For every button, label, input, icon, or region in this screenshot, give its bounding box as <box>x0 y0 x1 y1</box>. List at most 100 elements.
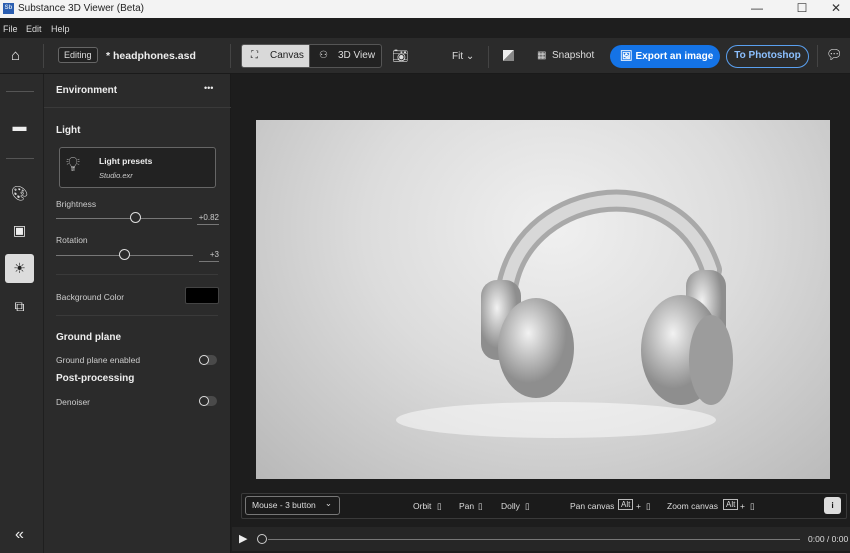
toolbar: ⌂ Editing * headphones.asd <box>0 38 850 74</box>
comment-icon[interactable]: 💬︎ <box>826 47 843 63</box>
icon-rail: ▬ 🎨︎ ▣ ☀ ⧉ « <box>0 74 44 553</box>
info-icon[interactable]: i <box>824 497 841 514</box>
mouse-left-icon: ▯ <box>437 501 442 511</box>
divider <box>6 91 34 92</box>
denoiser-label: Denoiser <box>56 397 91 407</box>
snapshot-label: Snapshot <box>552 50 595 61</box>
plus: + <box>740 501 745 511</box>
divider <box>56 315 218 316</box>
denoiser-toggle[interactable] <box>199 396 217 406</box>
file-name: * headphones.asd <box>106 50 196 62</box>
window-title: Substance 3D Viewer (Beta) <box>18 3 144 14</box>
light-presets-button[interactable]: 💡︎ Light presets Studio.exr <box>59 147 216 188</box>
zoom-canvas-label: Zoom canvas <box>667 501 719 511</box>
divider <box>44 107 231 108</box>
add-asset-icon[interactable]: ⧉ <box>5 292 34 321</box>
pan-canvas-label: Pan canvas <box>570 501 615 511</box>
rotation-label: Rotation <box>56 235 88 245</box>
minimize-button[interactable]: — <box>742 0 772 18</box>
canvas-icon: ⛶ <box>251 50 258 61</box>
divider <box>817 45 818 67</box>
brightness-slider[interactable] <box>56 212 192 224</box>
ground-plane-heading: Ground plane <box>56 332 121 343</box>
frame-icon[interactable] <box>503 50 514 61</box>
navigation-bar: Mouse - 3 button ⌄ Orbit ▯ Pan ▯ Dolly ▯ Pan… <box>241 493 847 519</box>
alt-key: Alt <box>723 499 739 510</box>
plus: + <box>636 501 641 511</box>
mouse-mode-value: Mouse - 3 button <box>252 500 316 510</box>
menu-edit[interactable]: Edit <box>26 24 42 34</box>
menu-help[interactable]: Help <box>51 24 70 34</box>
render-canvas[interactable] <box>256 120 830 479</box>
folder-icon[interactable]: ▬ <box>5 112 34 141</box>
post-processing-heading: Post-processing <box>56 373 135 384</box>
brightness-value[interactable]: +0.82 <box>197 213 219 225</box>
light-presets-title: Light presets <box>99 156 153 166</box>
mouse-mode-dropdown[interactable]: Mouse - 3 button ⌄ <box>245 496 340 515</box>
export-label: Export an image <box>635 51 714 62</box>
to-photoshop-button[interactable]: To Photoshop <box>726 45 809 68</box>
timeline-scrubber[interactable] <box>257 534 267 544</box>
background-color-swatch[interactable] <box>185 287 219 304</box>
mouse-wheel-icon: ▯ <box>750 501 755 511</box>
tab-canvas-label: Canvas <box>270 50 304 61</box>
3d-view-icon: ⚇ <box>319 50 328 61</box>
alt-key: Alt <box>618 499 634 510</box>
lightbulb-icon: 💡︎ <box>66 154 80 176</box>
menu-file[interactable]: File <box>3 24 18 34</box>
fit-label: Fit <box>452 51 464 62</box>
light-heading: Light <box>56 125 81 136</box>
slider-thumb[interactable] <box>118 249 130 260</box>
collapse-icon[interactable]: « <box>5 520 34 549</box>
more-options-icon[interactable]: ••• <box>204 83 213 93</box>
scene-image-icon[interactable]: ▣ <box>5 216 34 245</box>
pan-label: Pan <box>459 501 475 511</box>
tab-3d-view-label: 3D View <box>338 50 376 61</box>
timeline: ▶ 0:00 / 0:00 <box>232 527 850 551</box>
divider <box>230 44 231 68</box>
tab-canvas[interactable]: ⛶ Canvas <box>241 44 310 68</box>
export-image-button[interactable]: 🖼︎ Export an image <box>610 45 720 68</box>
menu-bar: File Edit Help <box>0 18 850 38</box>
slider-thumb[interactable] <box>130 212 142 223</box>
time-readout: 0:00 / 0:00 <box>808 534 849 544</box>
camera-settings-icon[interactable]: 📷︎ <box>392 48 409 64</box>
dolly-label: Dolly <box>501 501 520 511</box>
ground-plane-toggle[interactable] <box>199 355 217 365</box>
chevron-down-icon: ⌄ <box>324 498 332 508</box>
palette-icon[interactable]: 🎨︎ <box>5 179 34 208</box>
tab-3d-view[interactable]: ⚇ 3D View <box>309 44 382 68</box>
headphones-model <box>396 189 733 438</box>
divider <box>56 274 218 275</box>
play-icon[interactable]: ▶ <box>239 532 247 545</box>
divider <box>6 158 34 159</box>
chevron-down-icon: ⌄ <box>465 51 475 62</box>
mouse-wheel-icon: ▯ <box>525 501 530 511</box>
fit-dropdown[interactable]: Fit ⌄ <box>452 51 474 62</box>
environment-light-icon[interactable]: ☀ <box>5 254 34 283</box>
brightness-label: Brightness <box>56 199 97 209</box>
home-icon[interactable]: ⌂ <box>11 47 20 64</box>
timeline-track[interactable] <box>268 539 800 540</box>
snapshot-button[interactable]: ▦ Snapshot <box>537 50 594 61</box>
rotation-value[interactable]: +3 <box>199 250 219 262</box>
ground-plane-enabled-label: Ground plane enabled <box>56 355 141 365</box>
environment-panel: Environment ••• Light 💡︎ Light presets S… <box>44 74 231 553</box>
app-logo: Sb <box>3 3 14 14</box>
mouse-left-icon: ▯ <box>646 501 651 511</box>
background-color-label: Background Color <box>56 292 125 302</box>
image-icon: 🖼︎ <box>620 51 633 62</box>
orbit-label: Orbit <box>413 501 432 511</box>
panel-title: Environment <box>56 85 118 96</box>
editing-badge: Editing <box>58 47 98 63</box>
divider <box>43 44 44 68</box>
rotation-slider[interactable] <box>56 249 193 261</box>
mouse-middle-icon: ▯ <box>478 501 483 511</box>
light-presets-value: Studio.exr <box>99 171 133 180</box>
slider-track <box>56 218 192 219</box>
maximize-button[interactable]: ☐ <box>787 0 817 18</box>
close-button[interactable]: ✕ <box>821 0 850 18</box>
divider <box>488 46 489 68</box>
snapshot-icon: ▦ <box>537 50 547 61</box>
title-bar: Sb Substance 3D Viewer (Beta) — ☐ ✕ <box>0 0 850 18</box>
